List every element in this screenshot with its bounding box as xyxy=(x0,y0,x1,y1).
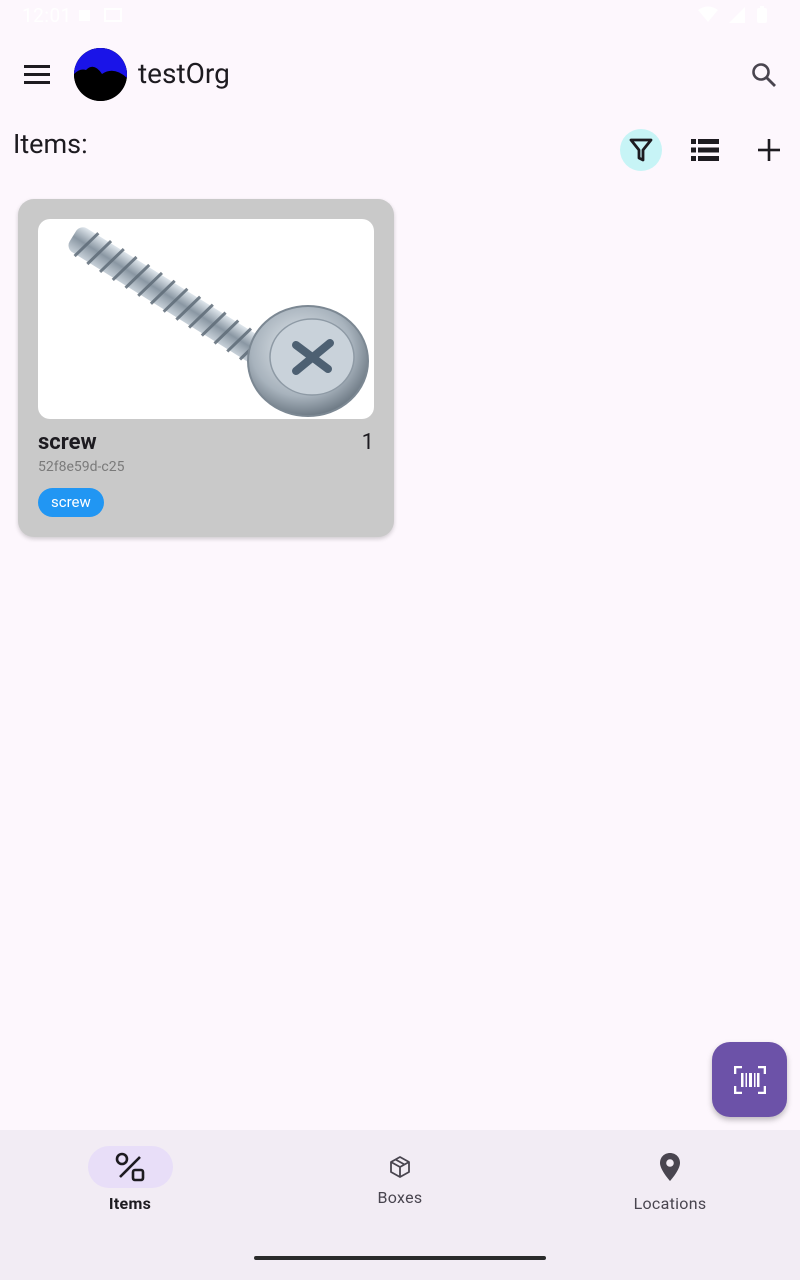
item-id: 52f8e59d-c25 xyxy=(38,459,125,475)
gesture-navigation-bar xyxy=(254,1256,546,1260)
bottom-navigation: Items Boxes Locations xyxy=(0,1130,800,1280)
menu-button[interactable] xyxy=(18,55,58,95)
location-pin-icon xyxy=(660,1153,680,1181)
org-avatar[interactable] xyxy=(74,48,127,101)
nav-items-active-indicator xyxy=(87,1146,173,1188)
status-icons-left xyxy=(76,7,122,23)
add-icon xyxy=(758,139,780,161)
signal-icon xyxy=(729,7,745,23)
nav-locations-label: Locations xyxy=(633,1194,707,1213)
search-icon xyxy=(752,63,776,87)
item-card[interactable]: screw 1 52f8e59d-c25 screw xyxy=(18,199,394,537)
status-icons-right xyxy=(698,6,768,24)
nav-locations-icon-wrap xyxy=(628,1146,713,1188)
nav-boxes-icon-wrap xyxy=(358,1146,443,1188)
nav-locations[interactable]: Locations xyxy=(610,1130,730,1230)
status-bar: 12:01 xyxy=(0,0,800,30)
battery-icon xyxy=(757,6,767,23)
list-view-icon xyxy=(691,139,719,161)
menu-icon xyxy=(24,65,50,84)
search-button[interactable] xyxy=(744,55,784,95)
item-tag-chip[interactable]: screw xyxy=(38,488,104,517)
items-header: Items: xyxy=(13,128,88,160)
shapes-icon xyxy=(115,1152,145,1182)
barcode-scan-icon xyxy=(733,1065,766,1094)
org-avatar-image xyxy=(74,48,127,101)
barcode-scan-button[interactable] xyxy=(712,1042,787,1117)
nav-items-label: Items xyxy=(108,1194,152,1213)
filter-button[interactable] xyxy=(620,129,662,171)
screen-icon xyxy=(104,8,122,22)
wifi-icon xyxy=(698,6,718,22)
item-image xyxy=(38,219,374,419)
nav-boxes-label: Boxes xyxy=(377,1188,423,1207)
nav-boxes[interactable]: Boxes xyxy=(340,1130,460,1230)
notification-icon xyxy=(79,10,90,21)
top-app-bar: testOrg xyxy=(0,40,800,110)
nav-items[interactable]: Items xyxy=(70,1130,190,1230)
item-name: screw xyxy=(38,430,97,455)
status-time: 12:01 xyxy=(22,4,72,27)
box-icon xyxy=(390,1156,410,1178)
item-quantity: 1 xyxy=(361,430,374,455)
filter-icon xyxy=(629,138,653,162)
org-title: testOrg xyxy=(138,57,230,90)
add-item-button[interactable] xyxy=(748,129,790,171)
list-view-button[interactable] xyxy=(684,129,726,171)
screw-image xyxy=(68,227,369,417)
